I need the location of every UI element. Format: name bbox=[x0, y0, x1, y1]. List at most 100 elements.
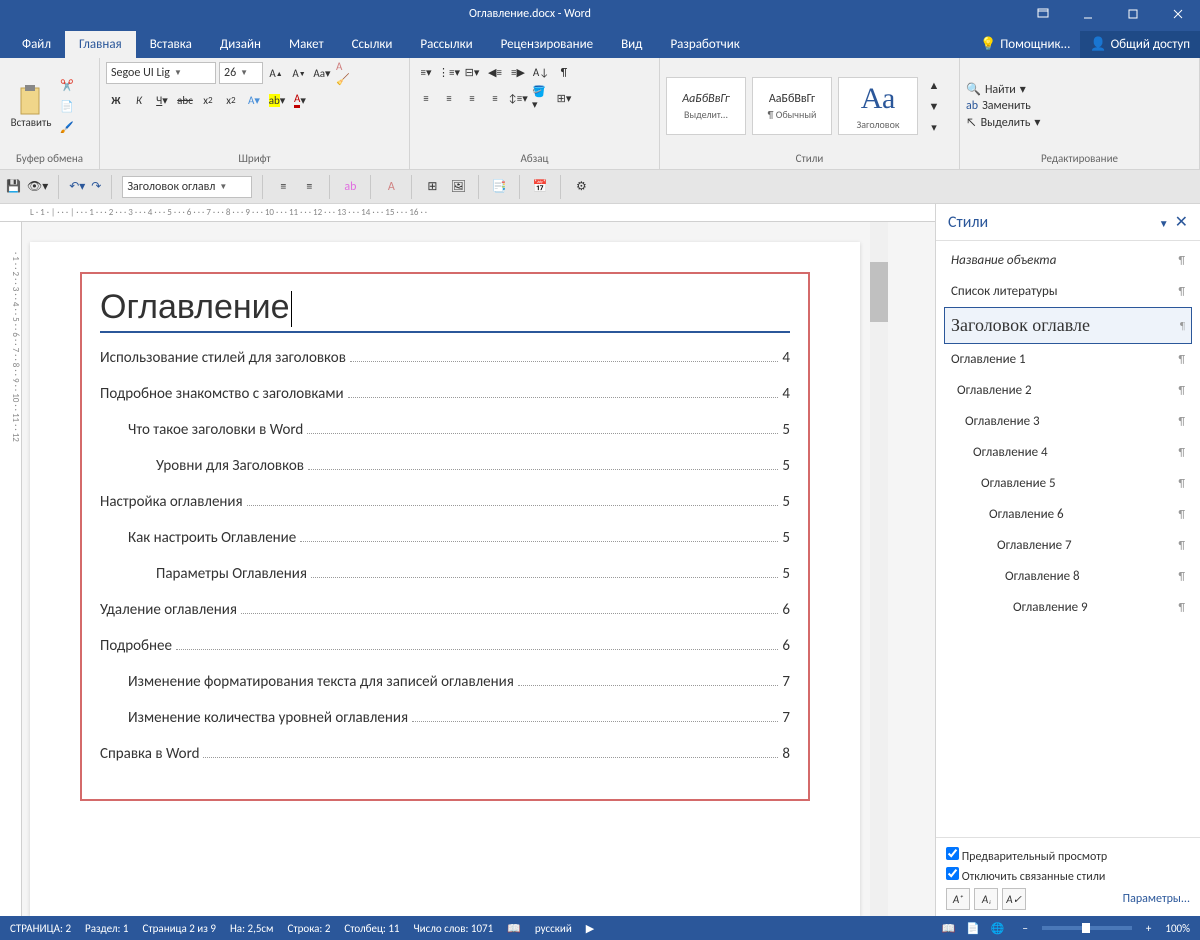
vertical-scrollbar[interactable] bbox=[870, 222, 888, 916]
highlight-icon[interactable]: ab▾ bbox=[267, 90, 287, 110]
tab-insert[interactable]: Вставка bbox=[136, 31, 206, 58]
manage-styles-icon[interactable]: A✓ bbox=[1002, 888, 1026, 910]
styles-scroll-up-icon[interactable]: ▲ bbox=[924, 75, 944, 95]
view-read-icon[interactable]: 📖 bbox=[937, 922, 959, 935]
underline-button[interactable]: Ч▾ bbox=[152, 90, 172, 110]
toc-entry[interactable]: Справка в Word8 bbox=[100, 745, 790, 763]
toc-entry[interactable]: Изменение форматирования текста для запи… bbox=[100, 673, 790, 691]
minimize-icon[interactable] bbox=[1065, 0, 1110, 28]
decrease-indent-icon[interactable]: ◀≡ bbox=[485, 62, 505, 82]
toc-entry[interactable]: Настройка оглавления5 bbox=[100, 493, 790, 511]
share-button[interactable]: 👤 Общий доступ bbox=[1080, 31, 1200, 58]
status-pageof[interactable]: Страница 2 из 9 bbox=[143, 922, 216, 935]
ribbon-options-icon[interactable] bbox=[1020, 0, 1065, 28]
format-painter-icon[interactable]: 🖌️ bbox=[60, 121, 74, 134]
tab-home[interactable]: Главная bbox=[65, 31, 136, 58]
qat-dropdown-icon[interactable]: 👁▾ bbox=[27, 179, 48, 194]
toc-entry[interactable]: Удаление оглавления6 bbox=[100, 601, 790, 619]
style-list-item[interactable]: Оглавление 3¶ bbox=[944, 406, 1192, 437]
superscript-icon[interactable]: x2 bbox=[221, 90, 241, 110]
style-list-item[interactable]: Список литературы¶ bbox=[944, 276, 1192, 307]
font-name-combo[interactable]: Segoe UI Lig▼ bbox=[106, 62, 216, 84]
style-inspector-icon[interactable]: Aᵢ bbox=[974, 888, 998, 910]
qat-clear-format-icon[interactable]: A bbox=[381, 177, 401, 197]
style-list-item[interactable]: Оглавление 8¶ bbox=[944, 561, 1192, 592]
increase-indent-icon[interactable]: ≡▶ bbox=[508, 62, 528, 82]
toc-entry[interactable]: Как настроить Оглавление5 bbox=[100, 529, 790, 547]
style-gallery-1[interactable]: АаБбВвГгВыделит... bbox=[666, 77, 746, 135]
multilevel-list-icon[interactable]: ⊟▾ bbox=[462, 62, 482, 82]
show-marks-icon[interactable]: ¶ bbox=[554, 62, 574, 82]
close-icon[interactable] bbox=[1155, 0, 1200, 28]
tab-design[interactable]: Дизайн bbox=[206, 31, 275, 58]
borders-icon[interactable]: ⊞▾ bbox=[554, 88, 574, 108]
styles-more-icon[interactable]: ▾ bbox=[924, 117, 944, 137]
font-size-combo[interactable]: 26▼ bbox=[219, 62, 263, 84]
disable-linked-checkbox[interactable]: Отключить связанные стили bbox=[946, 867, 1190, 884]
tab-references[interactable]: Ссылки bbox=[338, 31, 407, 58]
number-list-icon[interactable]: ⋮≡▾ bbox=[439, 62, 459, 82]
toc-entry[interactable]: Подробнее6 bbox=[100, 637, 790, 655]
zoom-in-icon[interactable]: + bbox=[1146, 922, 1151, 935]
clear-format-icon[interactable]: A🧹 bbox=[335, 63, 355, 83]
grow-font-icon[interactable]: A▲ bbox=[266, 63, 286, 83]
style-list-item[interactable]: Оглавление 5¶ bbox=[944, 468, 1192, 499]
styles-pane-close-icon[interactable]: ✕ bbox=[1175, 213, 1188, 232]
sort-icon[interactable]: A↓ bbox=[531, 62, 551, 82]
replace-button[interactable]: ab Заменить bbox=[966, 99, 1040, 113]
style-list-item[interactable]: Оглавление 9¶ bbox=[944, 592, 1192, 623]
tab-layout[interactable]: Макет bbox=[275, 31, 338, 58]
view-print-icon[interactable]: 📄 bbox=[962, 922, 984, 935]
qat-image-icon[interactable]: 🖼 bbox=[448, 177, 468, 197]
cut-icon[interactable]: ✂️ bbox=[60, 79, 74, 92]
tab-developer[interactable]: Разработчик bbox=[656, 31, 753, 58]
tab-review[interactable]: Рецензирование bbox=[487, 31, 607, 58]
undo-icon[interactable]: ↶▾ bbox=[69, 179, 85, 194]
toc-entry[interactable]: Изменение количества уровней оглавления7 bbox=[100, 709, 790, 727]
status-words[interactable]: Число слов: 1071 bbox=[414, 922, 494, 935]
toc-title[interactable]: Оглавление bbox=[100, 288, 790, 333]
align-right-icon[interactable]: ≡ bbox=[462, 88, 482, 108]
paste-button[interactable]: Вставить bbox=[6, 71, 56, 141]
view-web-icon[interactable]: 🌐 bbox=[986, 922, 1008, 935]
copy-icon[interactable]: 📄 bbox=[60, 100, 74, 113]
toc-entry[interactable]: Уровни для Заголовков5 bbox=[100, 457, 790, 475]
style-list-item[interactable]: Оглавление 2¶ bbox=[944, 375, 1192, 406]
document-page[interactable]: Оглавление Использование стилей для заго… bbox=[30, 242, 860, 916]
preview-checkbox[interactable]: Предварительный просмотр bbox=[946, 847, 1190, 864]
styles-pane-dropdown-icon[interactable]: ▼ bbox=[1159, 217, 1169, 230]
align-left-icon[interactable]: ≡ bbox=[416, 88, 436, 108]
tab-mailings[interactable]: Рассылки bbox=[406, 31, 486, 58]
style-list-item[interactable]: Оглавление 7¶ bbox=[944, 530, 1192, 561]
toc-field[interactable]: Оглавление Использование стилей для заго… bbox=[80, 272, 810, 801]
qat-date-icon[interactable]: 📅 bbox=[530, 177, 550, 197]
styles-options-link[interactable]: Параметры... bbox=[1123, 892, 1190, 906]
qat-insert-icon[interactable]: 📑 bbox=[489, 177, 509, 197]
style-list-item[interactable]: Оглавление 6¶ bbox=[944, 499, 1192, 530]
maximize-icon[interactable] bbox=[1110, 0, 1155, 28]
save-icon[interactable]: 💾 bbox=[6, 179, 21, 194]
toc-entry[interactable]: Использование стилей для заголовков4 bbox=[100, 349, 790, 367]
zoom-slider[interactable] bbox=[1042, 926, 1132, 930]
toc-entry[interactable]: Что такое заголовки в Word5 bbox=[100, 421, 790, 439]
bullet-list-icon[interactable]: ≡▾ bbox=[416, 62, 436, 82]
align-center-icon[interactable]: ≡ bbox=[439, 88, 459, 108]
qat-table-icon[interactable]: ⊞ bbox=[422, 177, 442, 197]
status-col[interactable]: Столбец: 11 bbox=[344, 922, 399, 935]
tab-file[interactable]: Файл bbox=[8, 31, 65, 58]
status-lang[interactable]: русский bbox=[535, 922, 572, 935]
find-button[interactable]: 🔍 Найти ▾ bbox=[966, 82, 1040, 97]
tab-view[interactable]: Вид bbox=[607, 31, 656, 58]
bold-button[interactable]: Ж bbox=[106, 90, 126, 110]
status-section[interactable]: Раздел: 1 bbox=[85, 922, 128, 935]
ruler-horizontal[interactable]: L · 1 · | · · · | · · · 1 · · · 2 · · · … bbox=[0, 204, 935, 222]
style-list-item[interactable]: Оглавление 1¶ bbox=[944, 344, 1192, 375]
font-color-icon[interactable]: A▾ bbox=[290, 90, 310, 110]
qat-options-icon[interactable]: ⚙ bbox=[571, 177, 591, 197]
style-gallery-2[interactable]: АаБбВвГг¶ Обычный bbox=[752, 77, 832, 135]
redo-icon[interactable]: ↷ bbox=[91, 179, 101, 194]
change-case-icon[interactable]: Aa▾ bbox=[312, 63, 332, 83]
qat-highlight-icon[interactable]: ab bbox=[340, 177, 360, 197]
status-spellcheck-icon[interactable]: 📖 bbox=[507, 922, 521, 935]
ruler-vertical[interactable]: · 1 · · 2 · · 3 · · 4 · · 5 · · 6 · · 7 … bbox=[0, 222, 22, 916]
